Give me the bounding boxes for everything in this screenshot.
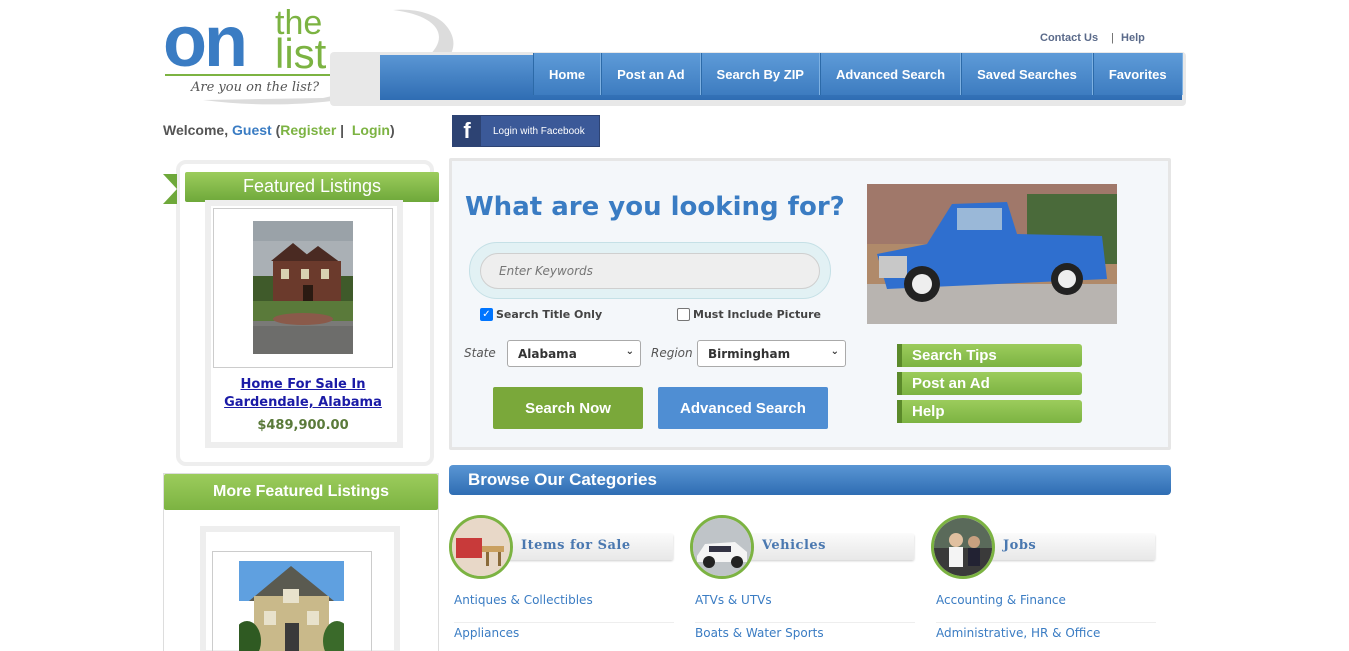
nav-favorites[interactable]: Favorites bbox=[1092, 53, 1183, 95]
state-label: State bbox=[464, 346, 496, 360]
category-link[interactable]: Boats & Water Sports bbox=[695, 623, 915, 651]
must-include-picture-checkbox[interactable] bbox=[677, 308, 690, 321]
search-now-button[interactable]: Search Now bbox=[493, 387, 643, 429]
region-select-value: Birmingham bbox=[708, 346, 791, 361]
category-name[interactable]: Jobs bbox=[1003, 538, 1036, 553]
category-link[interactable]: Administrative, HR & Office bbox=[936, 623, 1156, 651]
featured-listing-title[interactable]: Home For Sale In Gardendale, Alabama bbox=[213, 376, 393, 412]
category-link[interactable]: Antiques & Collectibles bbox=[454, 590, 674, 623]
welcome-message: Welcome, Guest (Register | Login) bbox=[163, 122, 395, 138]
facebook-icon: f bbox=[453, 116, 481, 146]
featured-listings-ribbon: Featured Listings bbox=[163, 170, 439, 204]
must-include-picture-option[interactable]: Must Include Picture bbox=[677, 308, 821, 321]
help-link[interactable]: Help bbox=[1121, 32, 1145, 44]
state-select[interactable]: Alabama ⌄ bbox=[507, 340, 641, 367]
more-featured-heading: More Featured Listings bbox=[164, 474, 438, 510]
nav-post-ad[interactable]: Post an Ad bbox=[601, 53, 701, 95]
welcome-username: Guest bbox=[232, 122, 272, 138]
main-nav: Home Post an Ad Search By ZIP Advanced S… bbox=[533, 53, 1183, 95]
welcome-pipe: | bbox=[340, 122, 345, 138]
category-name[interactable]: Vehicles bbox=[762, 538, 826, 553]
logo-list-text: list bbox=[275, 30, 327, 77]
category-link[interactable]: Accounting & Finance bbox=[936, 590, 1156, 623]
jobs-icon[interactable] bbox=[931, 515, 995, 579]
contact-us-link[interactable]: Contact Us bbox=[1040, 32, 1098, 44]
chevron-down-icon: ⌄ bbox=[625, 346, 634, 357]
vehicles-icon[interactable] bbox=[690, 515, 754, 579]
search-tips-link[interactable]: Search Tips bbox=[897, 344, 1082, 367]
top-links-separator: | bbox=[1111, 32, 1114, 44]
featured-house-photo[interactable] bbox=[253, 221, 353, 354]
facebook-login-label: Login with Facebook bbox=[493, 125, 585, 137]
featured-listing-price: $489,900.00 bbox=[257, 418, 349, 433]
search-title-only-checkbox[interactable]: ✓ bbox=[480, 308, 493, 321]
category-link[interactable]: Appliances bbox=[454, 623, 674, 651]
welcome-close-paren: ) bbox=[389, 122, 395, 138]
register-link[interactable]: Register bbox=[280, 122, 336, 138]
top-links: Contact Us | Help bbox=[1040, 32, 1145, 44]
region-select[interactable]: Birmingham ⌄ bbox=[697, 340, 846, 367]
category-tab[interactable] bbox=[971, 534, 1155, 560]
items-for-sale-icon[interactable] bbox=[449, 515, 513, 579]
region-label: Region bbox=[651, 346, 693, 360]
logo-tagline: Are you on the list? bbox=[191, 80, 320, 95]
search-heading: What are you looking for? bbox=[465, 192, 845, 222]
must-include-picture-label: Must Include Picture bbox=[693, 308, 821, 321]
logo-underline bbox=[165, 74, 343, 76]
nav-search-zip[interactable]: Search By ZIP bbox=[700, 53, 820, 95]
nav-home[interactable]: Home bbox=[533, 53, 602, 95]
chevron-down-icon: ⌄ bbox=[830, 346, 839, 357]
keyword-search-input[interactable] bbox=[480, 253, 820, 289]
nav-saved-searches[interactable]: Saved Searches bbox=[961, 53, 1093, 95]
category-link[interactable]: ATVs & UTVs bbox=[695, 590, 915, 623]
search-title-only-option[interactable]: ✓ Search Title Only bbox=[480, 308, 602, 321]
state-select-value: Alabama bbox=[518, 346, 577, 361]
welcome-prefix: Welcome, bbox=[163, 122, 229, 138]
more-featured-house-photo[interactable] bbox=[239, 561, 344, 651]
logo-on-text: on bbox=[163, 2, 248, 82]
help-side-link[interactable]: Help bbox=[897, 400, 1082, 423]
ribbon-tail bbox=[163, 174, 177, 204]
nav-advanced-search[interactable]: Advanced Search bbox=[819, 53, 962, 95]
post-ad-link[interactable]: Post an Ad bbox=[897, 372, 1082, 395]
blue-truck-photo bbox=[867, 184, 1117, 324]
search-title-only-label: Search Title Only bbox=[496, 308, 603, 321]
advanced-search-button[interactable]: Advanced Search bbox=[658, 387, 828, 429]
category-name[interactable]: Items for Sale bbox=[521, 538, 631, 553]
login-link[interactable]: Login bbox=[352, 122, 390, 138]
facebook-login-button[interactable]: f Login with Facebook bbox=[452, 115, 600, 147]
featured-listings-heading: Featured Listings bbox=[242, 176, 382, 196]
browse-categories-heading: Browse Our Categories bbox=[449, 465, 1171, 495]
